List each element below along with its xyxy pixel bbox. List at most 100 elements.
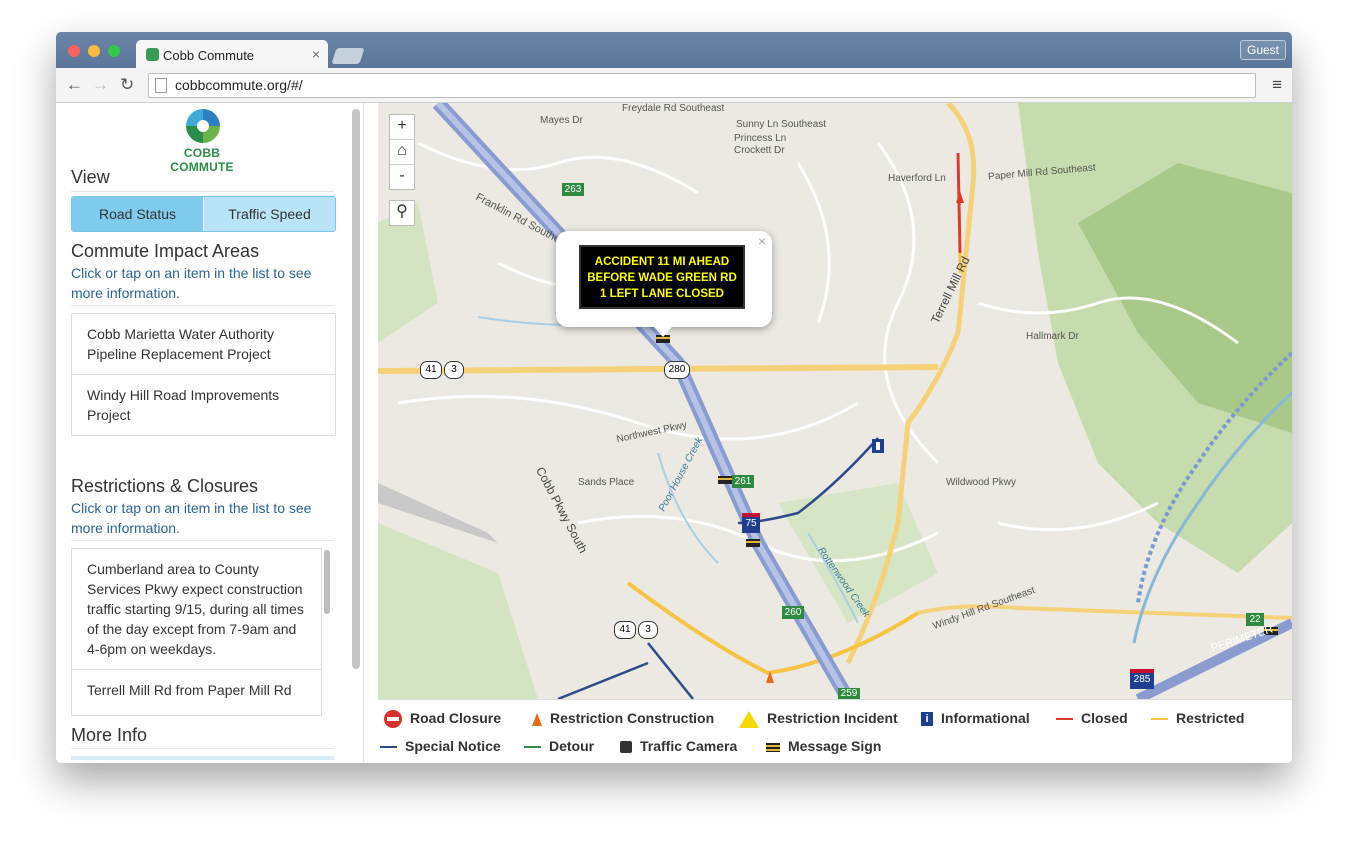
legend-special-notice: Special Notice [380, 738, 501, 754]
forward-arrow-icon[interactable]: → [92, 75, 109, 95]
new-tab-button[interactable] [331, 48, 365, 64]
legend-label: Informational [941, 710, 1030, 726]
browser-window: Cobb Commute × Guest ← → ↻ cobbcommute.o… [56, 32, 1292, 763]
impact-areas-hint: Click or tap on an item in the list to s… [71, 265, 312, 301]
map[interactable]: Franklin Rd Southeast Terrell Mill Rd Co… [378, 103, 1292, 699]
close-window-button[interactable] [68, 45, 80, 57]
map-label: Freydale Rd Southeast [622, 103, 725, 114]
legend-restriction-incident: Restriction Incident [739, 710, 898, 728]
tab-close-icon[interactable]: × [312, 46, 320, 62]
minimize-window-button[interactable] [88, 45, 100, 57]
camera-icon [620, 741, 632, 754]
zoom-out-button[interactable]: - [390, 165, 414, 189]
warning-icon [739, 710, 759, 728]
home-icon[interactable]: ⌂ [390, 140, 414, 165]
green-line-icon [524, 746, 541, 749]
us-highway-shield: 41 [420, 361, 442, 379]
us-highway-shield: 41 [614, 621, 636, 639]
sign-line: BEFORE WADE GREEN RD [587, 272, 737, 284]
legend-detour: Detour [524, 738, 594, 754]
yellow-line-icon [1151, 718, 1168, 721]
sign-line: ACCIDENT 11 MI AHEAD [594, 256, 730, 268]
state-route-shield: 280 [664, 361, 690, 379]
guest-profile-button[interactable]: Guest [1239, 40, 1286, 60]
view-toggle: Road Status Traffic Speed [71, 196, 336, 232]
legend-label: Road Closure [410, 710, 502, 726]
search-control: ⚲ [389, 200, 415, 226]
exit-shield: 260 [782, 606, 804, 619]
view-heading: View [71, 167, 110, 187]
list-item[interactable]: Windy Hill Road Improvements Project [72, 375, 335, 435]
logo-mark-icon [186, 109, 220, 143]
map-label: Wildwood Pkwy [946, 477, 1017, 488]
legend-restriction-construction: Restriction Construction [532, 710, 714, 726]
interstate-shield: 75 [742, 513, 760, 533]
legend-informational: i Informational [921, 710, 1030, 727]
search-icon[interactable]: ⚲ [390, 201, 414, 225]
cobb-commute-logo[interactable]: COBB COMMUTE [152, 108, 252, 174]
zoom-in-button[interactable]: + [390, 115, 414, 140]
road-status-button[interactable]: Road Status [72, 197, 203, 231]
sidebar: COBB COMMUTE View Road Status Traffic Sp… [56, 103, 378, 763]
divider [71, 748, 334, 749]
map-label: Hallmark Dr [1026, 331, 1079, 342]
info-icon: i [921, 712, 933, 727]
title-bar: Cobb Commute × Guest [56, 32, 1292, 68]
divider [71, 305, 334, 306]
exit-shield: 263 [562, 183, 584, 196]
restrictions-hint: Click or tap on an item in the list to s… [71, 500, 312, 536]
map-label: Sunny Ln Southeast [736, 119, 827, 130]
map-label: Princess Ln [734, 133, 787, 144]
legend-restricted: Restricted [1151, 710, 1244, 726]
legend-label: Detour [549, 738, 595, 754]
legend-road-closure: Road Closure [384, 710, 502, 729]
map-label: Crockett Dr [734, 145, 785, 156]
legend-traffic-camera: Traffic Camera [620, 738, 737, 754]
restrictions-list: Cumberland area to County Services Pkwy … [71, 548, 322, 716]
blue-line-icon [380, 746, 397, 749]
cone-icon [532, 712, 542, 726]
legend-label: Traffic Camera [640, 738, 738, 754]
road-closure-icon [384, 710, 402, 729]
divider [71, 540, 334, 541]
sidebar-scrollbar[interactable] [352, 109, 360, 669]
state-route-shield: 3 [638, 621, 658, 639]
list-item[interactable]: Terrell Mill Rd from Paper Mill Rd [72, 670, 321, 710]
legend-label: Restricted [1176, 710, 1245, 726]
map-legend: Road Closure Restriction Construction Re… [378, 699, 1292, 763]
message-sign-display: ACCIDENT 11 MI AHEAD BEFORE WADE GREEN R… [579, 245, 745, 309]
sign-line: 1 LEFT LANE CLOSED [600, 288, 724, 300]
back-arrow-icon[interactable]: ← [66, 75, 83, 95]
logo-text: COBB COMMUTE [170, 146, 234, 174]
reload-icon[interactable]: ↻ [120, 75, 134, 95]
browser-menu-icon[interactable]: ≡ [1272, 75, 1282, 95]
restrictions-scrollbar[interactable] [324, 550, 330, 614]
sign-popup: × ACCIDENT 11 MI AHEAD BEFORE WADE GREEN… [556, 231, 772, 337]
browser-tab[interactable]: Cobb Commute × [136, 40, 328, 68]
impact-areas-heading: Commute Impact Areas [71, 241, 260, 261]
zoom-controls: + ⌂ - [389, 114, 415, 190]
restrictions-heading: Restrictions & Closures [71, 476, 259, 496]
page-icon [155, 78, 167, 93]
legend-label: Closed [1081, 710, 1128, 726]
legend-label: Restriction Construction [550, 710, 715, 726]
browser-toolbar: ← → ↻ cobbcommute.org/#/ ≡ [56, 68, 1292, 103]
address-bar[interactable]: cobbcommute.org/#/ [148, 73, 1256, 98]
traffic-speed-button[interactable]: Traffic Speed [204, 197, 335, 231]
url-text: cobbcommute.org/#/ [175, 77, 303, 93]
more-info-panel [71, 756, 334, 760]
legend-closed: Closed [1056, 710, 1128, 726]
map-label: Mayes Dr [540, 115, 583, 126]
list-item[interactable]: Cobb Marietta Water Authority Pipeline R… [72, 314, 335, 375]
legend-label: Special Notice [405, 738, 501, 754]
red-line-icon [1056, 718, 1073, 721]
list-item[interactable]: Cumberland area to County Services Pkwy … [72, 549, 321, 670]
popup-close-icon[interactable]: × [758, 233, 766, 249]
favicon-icon [146, 48, 159, 61]
maximize-window-button[interactable] [108, 45, 120, 57]
exit-shield: 22 [1246, 613, 1264, 626]
map-canvas [378, 103, 1292, 699]
sidebar-divider [363, 103, 364, 763]
interstate-shield: 285 [1130, 669, 1154, 689]
exit-shield: 259 [838, 688, 860, 699]
